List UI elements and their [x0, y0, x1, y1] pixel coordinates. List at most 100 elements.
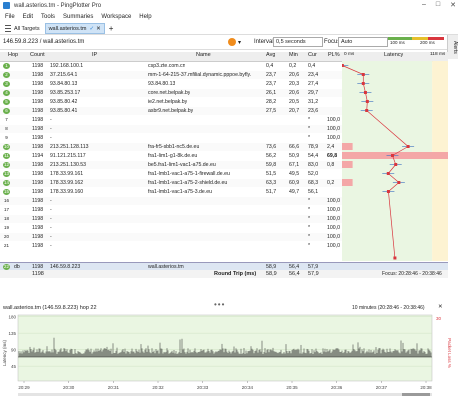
- hop-min: 49,5: [289, 171, 300, 177]
- graph-range: 10 minutes (20:28:46 - 20:38:46): [352, 305, 425, 311]
- tab-label: All Targets: [14, 25, 40, 32]
- hop-ip: 91.121.215.117: [50, 153, 86, 159]
- interval-select[interactable]: 0,5 seconds: [273, 37, 323, 47]
- hop-number: 8: [5, 126, 8, 131]
- chevron-down-icon: ▾: [238, 39, 242, 46]
- menu-edit[interactable]: Edit: [23, 14, 33, 20]
- col-min[interactable]: Min: [289, 52, 298, 58]
- hop-count: 1198: [32, 108, 44, 114]
- hop-count: 1198: [32, 225, 44, 231]
- add-tab-icon[interactable]: +: [109, 24, 114, 33]
- hop-number: 13: [3, 171, 10, 177]
- window-title: wall.asterios.tm - PingPlotter Pro: [14, 2, 102, 9]
- hop-count: 1198: [32, 234, 44, 240]
- hop-ip: -: [50, 243, 52, 249]
- hop-avg: 26,1: [266, 90, 277, 96]
- total-min: 56,4: [289, 271, 300, 277]
- app-icon: [3, 2, 10, 9]
- menu-workspace[interactable]: Workspace: [101, 14, 131, 20]
- hop-min: 60,9: [289, 180, 300, 186]
- menu-summaries[interactable]: Summaries: [63, 14, 93, 20]
- col-name[interactable]: Name: [196, 52, 211, 58]
- hop-ip: -: [50, 207, 52, 213]
- hop-name: csp3.zte.com.cn: [148, 63, 186, 69]
- tab-label: wall.asterios.tm: [48, 25, 87, 32]
- col-latency[interactable]: Latency: [384, 52, 403, 58]
- close-icon[interactable]: ✕: [450, 1, 456, 9]
- x-tick-label: 20:35: [286, 385, 298, 390]
- col-ip[interactable]: IP: [92, 52, 97, 58]
- round-trip-label: Round Trip (ms): [214, 271, 257, 277]
- hop-name: 93.84.80.13: [148, 81, 176, 87]
- round-trip-row: 1198 Round Trip (ms) 58,9 56,4 57,9 Focu…: [0, 270, 448, 278]
- col-hop[interactable]: Hop: [8, 52, 18, 58]
- title-bar: wall.asterios.tm - PingPlotter Pro – □ ✕: [0, 0, 458, 11]
- hop-count: 1198: [32, 171, 44, 177]
- hop-ip: 93.85.253.17: [50, 90, 81, 96]
- hop-pl: 100,0: [327, 198, 340, 204]
- hop-ip: 93.85.80.41: [50, 108, 78, 114]
- menu-bar: File Edit Tools Summaries Workspace Help: [0, 12, 458, 22]
- hop-count: 1198: [32, 99, 44, 105]
- graph-scroll-thumb: [402, 393, 430, 396]
- hop-count: 1198: [32, 135, 44, 141]
- hop-avg: 28,2: [266, 99, 277, 105]
- hop-name: ie2.net.belpak.by: [148, 99, 188, 105]
- graph-title: wall.asterios.tm (146.59.8.223) hop 22: [3, 305, 97, 311]
- minimize-icon[interactable]: –: [422, 1, 426, 9]
- x-tick-label: 20:31: [108, 385, 120, 390]
- total-count: 1198: [32, 271, 44, 277]
- menu-tools[interactable]: Tools: [41, 14, 55, 20]
- hop-name: fra-fr5-sbb1-nc5.de.eu: [148, 144, 200, 150]
- tab-active-target[interactable]: wall.asterios.tm ✓ ✕: [44, 23, 105, 34]
- hop-avg: 27,5: [266, 108, 277, 114]
- y-tick-label: 180: [8, 315, 16, 320]
- hop-ip: -: [50, 117, 52, 123]
- menu-help[interactable]: Help: [139, 14, 151, 20]
- focus-select[interactable]: Auto: [338, 37, 388, 47]
- hop-cur: 56,1: [308, 189, 319, 195]
- hop-count: 1198: [32, 198, 44, 204]
- packet-loss-bar: [342, 161, 353, 168]
- hop-pl: 69,8: [327, 153, 338, 159]
- x-tick-label: 20:33: [197, 385, 209, 390]
- alerts-tab[interactable]: Alerts: [447, 35, 458, 59]
- hop-ip: 192.168.100.1: [50, 63, 84, 69]
- hop-ip: -: [50, 198, 52, 204]
- x-tick-label: 20:32: [152, 385, 164, 390]
- hop-number: 18: [3, 216, 9, 221]
- hop-pl: 100,0: [327, 126, 340, 132]
- col-avg[interactable]: Avg: [266, 52, 275, 58]
- hop-count: 1198: [32, 81, 44, 87]
- col-pl[interactable]: PL%: [328, 52, 340, 58]
- hop-cur: *: [308, 207, 311, 213]
- close-graph-icon[interactable]: ✕: [438, 304, 443, 310]
- hop-count: 1198: [32, 207, 44, 213]
- hop-number: 19: [3, 225, 9, 230]
- hop-pl: 100,0: [327, 234, 340, 240]
- pause-control[interactable]: ▾: [228, 38, 241, 46]
- total-avg: 58,9: [266, 271, 277, 277]
- hop-cur: 54,4: [308, 153, 319, 159]
- time-graph: 180 135 90 45 30 Latency (ms) Packet Loss % 20:…: [2, 314, 452, 396]
- hop-number: 5: [3, 99, 10, 105]
- hop-cur: 23,6: [308, 108, 319, 114]
- hop-cur: 78,9: [308, 144, 319, 150]
- col-count[interactable]: Count: [30, 52, 45, 58]
- hop-name: fra1-lmb1-vac1-a75-2-shield.de.eu: [148, 180, 228, 186]
- col-cur[interactable]: Cur: [308, 52, 317, 58]
- menu-file[interactable]: File: [5, 14, 15, 20]
- hop-count: 1198: [32, 90, 44, 96]
- hop-cur: *: [308, 225, 311, 231]
- hop-cur: *: [308, 243, 311, 249]
- hop-count: 1198: [32, 162, 44, 168]
- latency-scale: 100 ms 200 ms: [388, 37, 444, 46]
- close-tab-icon[interactable]: ✕: [96, 26, 101, 32]
- hop-ip: 37.215.64.1: [50, 72, 78, 78]
- graph-plot-area: [17, 314, 433, 382]
- maximize-icon[interactable]: □: [436, 1, 440, 9]
- total-cur: 57,9: [308, 271, 319, 277]
- tab-all-targets[interactable]: All Targets: [2, 24, 43, 33]
- hop-number: 17: [3, 207, 9, 212]
- toolbar: 146.59.8.223 / wall.asterios.tm ▾ Interv…: [0, 35, 448, 50]
